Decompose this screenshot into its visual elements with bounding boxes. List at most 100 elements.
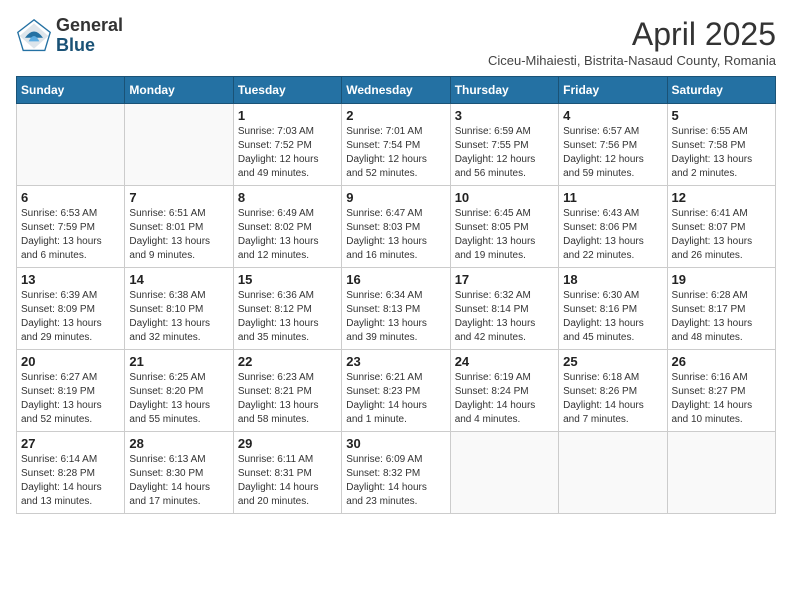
calendar-cell (17, 104, 125, 186)
calendar-cell: 17 Sunrise: 6:32 AM Sunset: 8:14 PM Dayli… (450, 268, 558, 350)
logo-general: General (56, 15, 123, 35)
day-number: 7 (129, 190, 228, 205)
day-number: 21 (129, 354, 228, 369)
weekday-header-row: SundayMondayTuesdayWednesdayThursdayFrid… (17, 77, 776, 104)
day-info: Sunrise: 6:55 AM Sunset: 7:58 PM Dayligh… (672, 125, 771, 181)
month-title: April 2025 (488, 16, 776, 53)
calendar-cell: 21 Sunrise: 6:25 AM Sunset: 8:20 PM Dayli… (125, 350, 233, 432)
day-number: 4 (563, 108, 662, 123)
calendar-cell: 24 Sunrise: 6:19 AM Sunset: 8:24 PM Dayli… (450, 350, 558, 432)
day-info: Sunrise: 6:27 AM Sunset: 8:19 PM Dayligh… (21, 371, 120, 427)
day-info: Sunrise: 6:18 AM Sunset: 8:26 PM Dayligh… (563, 371, 662, 427)
calendar-cell: 11 Sunrise: 6:43 AM Sunset: 8:06 PM Dayli… (559, 186, 667, 268)
day-number: 25 (563, 354, 662, 369)
logo-blue: Blue (56, 35, 95, 55)
day-number: 24 (455, 354, 554, 369)
day-number: 14 (129, 272, 228, 287)
day-number: 28 (129, 436, 228, 451)
day-number: 15 (238, 272, 337, 287)
day-number: 11 (563, 190, 662, 205)
week-row-3: 13 Sunrise: 6:39 AM Sunset: 8:09 PM Dayli… (17, 268, 776, 350)
day-info: Sunrise: 6:47 AM Sunset: 8:03 PM Dayligh… (346, 207, 445, 263)
day-info: Sunrise: 6:16 AM Sunset: 8:27 PM Dayligh… (672, 371, 771, 427)
day-number: 9 (346, 190, 445, 205)
day-number: 1 (238, 108, 337, 123)
day-number: 8 (238, 190, 337, 205)
calendar-cell: 22 Sunrise: 6:23 AM Sunset: 8:21 PM Dayli… (233, 350, 341, 432)
day-info: Sunrise: 6:45 AM Sunset: 8:05 PM Dayligh… (455, 207, 554, 263)
subtitle: Ciceu-Mihaiesti, Bistrita-Nasaud County,… (488, 53, 776, 68)
calendar-cell: 4 Sunrise: 6:57 AM Sunset: 7:56 PM Daylig… (559, 104, 667, 186)
day-info: Sunrise: 6:23 AM Sunset: 8:21 PM Dayligh… (238, 371, 337, 427)
calendar-cell: 25 Sunrise: 6:18 AM Sunset: 8:26 PM Dayli… (559, 350, 667, 432)
day-info: Sunrise: 6:32 AM Sunset: 8:14 PM Dayligh… (455, 289, 554, 345)
day-number: 27 (21, 436, 120, 451)
calendar-cell (667, 432, 775, 514)
day-number: 16 (346, 272, 445, 287)
day-number: 20 (21, 354, 120, 369)
weekday-header-tuesday: Tuesday (233, 77, 341, 104)
day-number: 17 (455, 272, 554, 287)
day-info: Sunrise: 6:43 AM Sunset: 8:06 PM Dayligh… (563, 207, 662, 263)
logo-text: General Blue (56, 16, 123, 56)
day-info: Sunrise: 6:38 AM Sunset: 8:10 PM Dayligh… (129, 289, 228, 345)
logo-icon (16, 18, 52, 54)
calendar-cell: 13 Sunrise: 6:39 AM Sunset: 8:09 PM Dayli… (17, 268, 125, 350)
calendar-cell: 8 Sunrise: 6:49 AM Sunset: 8:02 PM Daylig… (233, 186, 341, 268)
day-info: Sunrise: 6:13 AM Sunset: 8:30 PM Dayligh… (129, 453, 228, 509)
calendar-cell: 14 Sunrise: 6:38 AM Sunset: 8:10 PM Dayli… (125, 268, 233, 350)
day-info: Sunrise: 6:25 AM Sunset: 8:20 PM Dayligh… (129, 371, 228, 427)
day-number: 29 (238, 436, 337, 451)
day-number: 5 (672, 108, 771, 123)
week-row-5: 27Sunrise: 6:14 AM Sunset: 8:28 PM Dayli… (17, 432, 776, 514)
calendar-cell (125, 104, 233, 186)
day-number: 30 (346, 436, 445, 451)
weekday-header-thursday: Thursday (450, 77, 558, 104)
calendar-cell: 27Sunrise: 6:14 AM Sunset: 8:28 PM Dayli… (17, 432, 125, 514)
calendar-cell (450, 432, 558, 514)
week-row-1: 1 Sunrise: 7:03 AM Sunset: 7:52 PM Daylig… (17, 104, 776, 186)
day-number: 23 (346, 354, 445, 369)
day-info: Sunrise: 6:49 AM Sunset: 8:02 PM Dayligh… (238, 207, 337, 263)
day-info: Sunrise: 7:01 AM Sunset: 7:54 PM Dayligh… (346, 125, 445, 181)
calendar-cell (559, 432, 667, 514)
calendar-cell: 12Sunrise: 6:41 AM Sunset: 8:07 PM Dayli… (667, 186, 775, 268)
day-number: 22 (238, 354, 337, 369)
calendar-cell: 6 Sunrise: 6:53 AM Sunset: 7:59 PM Daylig… (17, 186, 125, 268)
calendar-cell: 3 Sunrise: 6:59 AM Sunset: 7:55 PM Daylig… (450, 104, 558, 186)
day-number: 18 (563, 272, 662, 287)
calendar-cell: 5 Sunrise: 6:55 AM Sunset: 7:58 PM Daylig… (667, 104, 775, 186)
day-info: Sunrise: 6:34 AM Sunset: 8:13 PM Dayligh… (346, 289, 445, 345)
day-number: 3 (455, 108, 554, 123)
day-info: Sunrise: 7:03 AM Sunset: 7:52 PM Dayligh… (238, 125, 337, 181)
week-row-2: 6 Sunrise: 6:53 AM Sunset: 7:59 PM Daylig… (17, 186, 776, 268)
day-info: Sunrise: 6:09 AM Sunset: 8:32 PM Dayligh… (346, 453, 445, 509)
day-info: Sunrise: 6:19 AM Sunset: 8:24 PM Dayligh… (455, 371, 554, 427)
calendar-cell: 23Sunrise: 6:21 AM Sunset: 8:23 PM Dayli… (342, 350, 450, 432)
calendar-cell: 15 Sunrise: 6:36 AM Sunset: 8:12 PM Dayli… (233, 268, 341, 350)
day-info: Sunrise: 6:36 AM Sunset: 8:12 PM Dayligh… (238, 289, 337, 345)
day-number: 10 (455, 190, 554, 205)
day-number: 13 (21, 272, 120, 287)
day-number: 19 (672, 272, 771, 287)
title-block: April 2025 Ciceu-Mihaiesti, Bistrita-Nas… (488, 16, 776, 68)
calendar-cell: 28 Sunrise: 6:13 AM Sunset: 8:30 PM Dayli… (125, 432, 233, 514)
calendar-cell: 20 Sunrise: 6:27 AM Sunset: 8:19 PM Dayli… (17, 350, 125, 432)
weekday-header-friday: Friday (559, 77, 667, 104)
page-header: General Blue April 2025 Ciceu-Mihaiesti,… (16, 16, 776, 68)
calendar-cell: 16 Sunrise: 6:34 AM Sunset: 8:13 PM Dayli… (342, 268, 450, 350)
day-number: 6 (21, 190, 120, 205)
day-number: 12 (672, 190, 771, 205)
day-info: Sunrise: 6:39 AM Sunset: 8:09 PM Dayligh… (21, 289, 120, 345)
day-info: Sunrise: 6:57 AM Sunset: 7:56 PM Dayligh… (563, 125, 662, 181)
day-number: 26 (672, 354, 771, 369)
calendar-cell: 26 Sunrise: 6:16 AM Sunset: 8:27 PM Dayli… (667, 350, 775, 432)
calendar: SundayMondayTuesdayWednesdayThursdayFrid… (16, 76, 776, 514)
calendar-cell: 1 Sunrise: 7:03 AM Sunset: 7:52 PM Daylig… (233, 104, 341, 186)
calendar-cell: 10 Sunrise: 6:45 AM Sunset: 8:05 PM Dayli… (450, 186, 558, 268)
day-info: Sunrise: 6:53 AM Sunset: 7:59 PM Dayligh… (21, 207, 120, 263)
calendar-cell: 19Sunrise: 6:28 AM Sunset: 8:17 PM Dayli… (667, 268, 775, 350)
day-info: Sunrise: 6:59 AM Sunset: 7:55 PM Dayligh… (455, 125, 554, 181)
day-info: Sunrise: 6:11 AM Sunset: 8:31 PM Dayligh… (238, 453, 337, 509)
weekday-header-saturday: Saturday (667, 77, 775, 104)
